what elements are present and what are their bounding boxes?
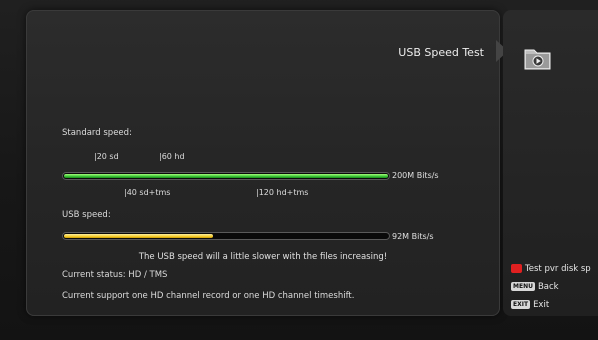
folder-play-icon	[524, 49, 551, 70]
usb-speed-bar	[62, 232, 390, 240]
back-button[interactable]: MENU Back	[511, 282, 559, 292]
test-pvr-disk-button[interactable]: Test pvr disk sp	[511, 264, 591, 274]
standard-speed-fill	[64, 174, 388, 178]
exit-key-icon: EXIT	[511, 300, 531, 309]
tick-20-sd: |20 sd	[94, 152, 119, 161]
usb-speed-fill	[64, 234, 213, 238]
usb-speed-value: 92M Bits/s	[392, 232, 434, 241]
red-key-icon	[511, 264, 522, 273]
back-label: Back	[537, 282, 559, 292]
speed-note: The USB speed will a little slower with …	[138, 252, 388, 262]
page-title: USB Speed Test	[398, 46, 484, 59]
menu-key-icon: MENU	[511, 282, 535, 291]
exit-button[interactable]: EXIT Exit	[511, 300, 549, 310]
screen: USB Speed Test Standard speed: |20 sd |6…	[0, 0, 598, 340]
usb-speed-label: USB speed:	[62, 210, 111, 220]
main-panel: USB Speed Test Standard speed: |20 sd |6…	[26, 10, 500, 316]
standard-speed-value: 200M Bits/s	[392, 171, 439, 180]
current-status: Current status: HD / TMS	[62, 270, 168, 280]
standard-speed-bar	[62, 172, 390, 180]
tick-120-hd-tms: |120 hd+tms	[256, 188, 309, 197]
standard-speed-label: Standard speed:	[62, 128, 132, 138]
exit-label: Exit	[533, 300, 550, 310]
test-pvr-disk-label: Test pvr disk sp	[525, 264, 591, 274]
tick-60-hd: |60 hd	[159, 152, 185, 161]
tick-40-sd-tms: |40 sd+tms	[124, 188, 171, 197]
current-support: Current support one HD channel record or…	[62, 291, 355, 301]
